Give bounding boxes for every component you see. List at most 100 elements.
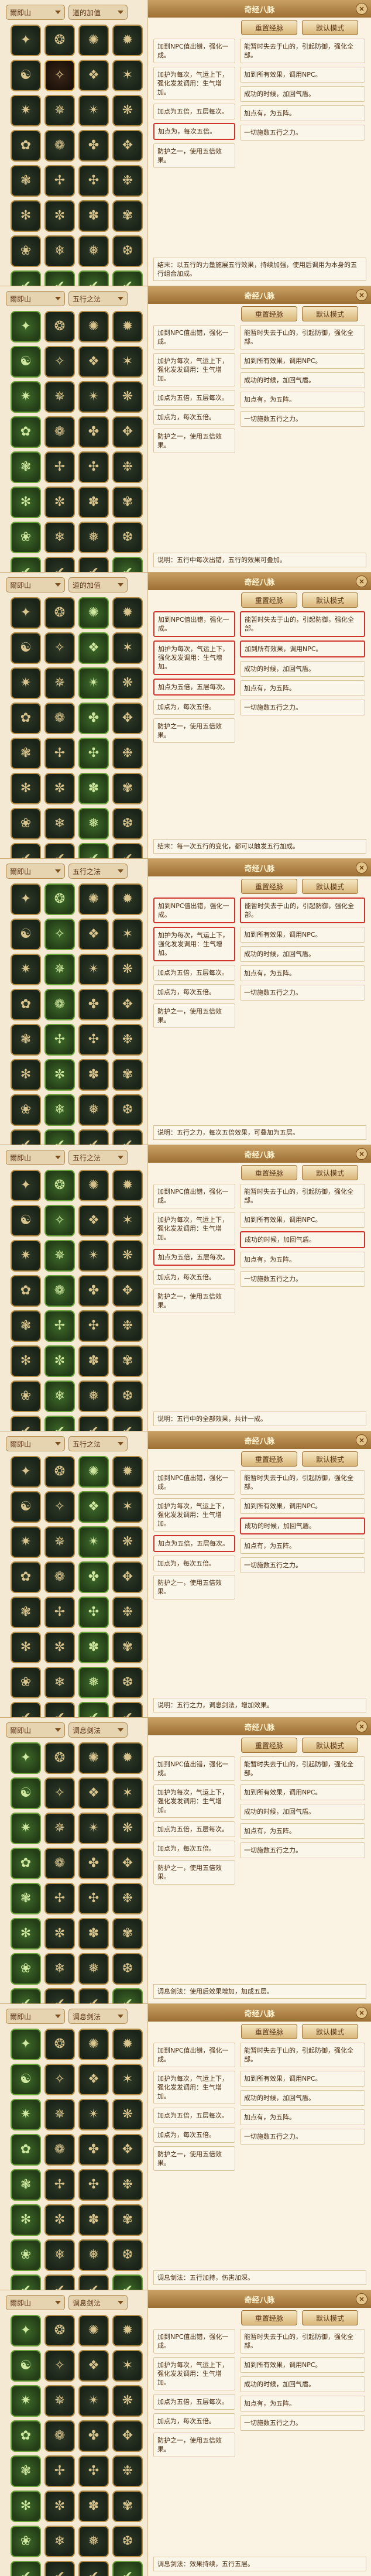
skill-slot[interactable]: ✔ <box>112 2274 143 2290</box>
skill-slot[interactable]: ✾ <box>112 200 143 232</box>
skill-slot[interactable]: ✴ <box>78 2099 109 2130</box>
skill-slot[interactable]: ✻ <box>11 2204 41 2236</box>
skill-slot[interactable]: ✔ <box>78 1988 109 2003</box>
skill-slot[interactable]: ❄ <box>44 522 75 553</box>
skill-slot[interactable]: ✽ <box>78 1918 109 1950</box>
skill-slot[interactable]: ✺ <box>78 1456 109 1488</box>
effect-card[interactable]: 加到NPC值出错，强化一成。 <box>153 2329 235 2354</box>
effect-card[interactable]: 加点有，为五阵。 <box>240 392 365 407</box>
skill-slot[interactable]: ❀ <box>11 808 41 840</box>
skill-slot[interactable]: ❖ <box>78 1491 109 1523</box>
skill-slot[interactable]: ☯ <box>11 919 41 950</box>
effect-card[interactable]: 加护为每次，气运上下，强化发发调用：生气增加。 <box>153 1498 235 1532</box>
effect-card[interactable]: 一切施数五行之力。 <box>240 2415 365 2431</box>
skill-slot[interactable]: ✥ <box>112 2134 143 2166</box>
skill-slot[interactable]: ❂ <box>44 883 75 915</box>
skill-slot[interactable]: ✦ <box>11 883 41 915</box>
effect-card[interactable]: 防护之一，使用五倍效果。 <box>153 1860 235 1885</box>
effect-card[interactable]: 加护为每次，气运上下，强化发发调用：生气增加。 <box>153 1212 235 1245</box>
skill-slot[interactable]: ✔ <box>11 843 41 858</box>
skill-slot[interactable]: ✔ <box>112 843 143 858</box>
skill-slot[interactable]: ✤ <box>78 1848 109 1879</box>
skill-slot[interactable]: ✻ <box>11 773 41 804</box>
skill-slot[interactable]: ✹ <box>112 311 143 342</box>
skill-slot[interactable]: ✴ <box>78 667 109 699</box>
skill-slot[interactable]: ✔ <box>44 2274 75 2290</box>
reset-meridian-button[interactable]: 重置经脉 <box>241 2310 297 2325</box>
school-dropdown[interactable]: 爾即山 <box>6 1150 65 1165</box>
school-dropdown[interactable]: 爾即山 <box>6 577 65 592</box>
skill-slot[interactable]: ✴ <box>78 381 109 413</box>
skill-slot[interactable]: ❀ <box>11 235 41 267</box>
skill-slot[interactable]: ✔ <box>44 843 75 858</box>
skill-slot[interactable]: ✔ <box>112 1702 143 1717</box>
skill-slot[interactable]: ✔ <box>78 1702 109 1717</box>
default-mode-button[interactable]: 默认模式 <box>302 2024 358 2039</box>
skill-slot[interactable]: ✵ <box>44 667 75 699</box>
skill-slot[interactable]: ❉ <box>112 1597 143 1628</box>
effect-card[interactable]: 一切施数五行之力。 <box>240 411 365 427</box>
skill-slot[interactable]: ✵ <box>44 1240 75 1272</box>
skill-slot[interactable]: ❃ <box>11 451 41 483</box>
skill-slot[interactable]: ❁ <box>44 130 75 162</box>
effect-card[interactable]: 加点有，为五阵。 <box>240 1252 365 1268</box>
default-mode-button[interactable]: 默认模式 <box>302 1738 358 1753</box>
skill-slot[interactable]: ✢ <box>44 738 75 769</box>
skill-slot[interactable]: ❂ <box>44 597 75 629</box>
skill-slot[interactable]: ❂ <box>44 2029 75 2060</box>
skill-slot[interactable]: ❄ <box>44 808 75 840</box>
skill-slot[interactable]: ❖ <box>78 1777 109 1809</box>
effect-card-selected[interactable]: 加到NPC值出错，强化一成。 <box>153 611 235 637</box>
effect-card[interactable]: 成功的时候，加回气盾。 <box>240 661 365 677</box>
skill-slot[interactable]: ✾ <box>112 2491 143 2522</box>
route-dropdown[interactable]: 五行之法 <box>68 291 128 306</box>
skill-slot[interactable]: ❂ <box>44 1456 75 1488</box>
effect-card-selected[interactable]: 加护为每次，气运上下，强化发发调用：生气增加。 <box>153 927 235 961</box>
skill-slot[interactable]: ✶ <box>112 2350 143 2382</box>
skill-slot[interactable]: ❁ <box>44 2134 75 2166</box>
effect-card[interactable]: 加点为，每次五倍。 <box>153 984 235 1000</box>
skill-slot[interactable]: ❂ <box>44 25 75 56</box>
effect-card[interactable]: 一切施数五行之力。 <box>240 125 365 141</box>
effect-card[interactable]: 加护为每次，气运上下，强化发发调用：生气增加。 <box>153 353 235 386</box>
skill-slot[interactable]: ✿ <box>11 416 41 448</box>
skill-slot[interactable]: ✦ <box>11 1170 41 1201</box>
skill-slot[interactable]: ✾ <box>112 1345 143 1377</box>
effect-card[interactable]: 成功的时候，加回气盾。 <box>240 1804 365 1820</box>
effect-card-selected[interactable]: 加点为五倍，五层每次。 <box>153 1249 235 1266</box>
skill-slot[interactable]: ✺ <box>78 2315 109 2347</box>
route-dropdown[interactable]: 道的加值 <box>68 577 128 592</box>
skill-slot[interactable]: ✷ <box>11 954 41 985</box>
skill-slot[interactable]: ❂ <box>44 1742 75 1774</box>
skill-slot[interactable]: ✷ <box>11 667 41 699</box>
skill-slot[interactable]: ✔ <box>11 1988 41 2003</box>
skill-slot[interactable]: ❆ <box>112 522 143 553</box>
skill-slot[interactable]: ❄ <box>44 1953 75 1985</box>
skill-slot[interactable]: ✢ <box>44 451 75 483</box>
skill-slot[interactable]: ✤ <box>78 2420 109 2452</box>
skill-slot[interactable]: ✺ <box>78 1742 109 1774</box>
skill-slot[interactable]: ❄ <box>44 2526 75 2557</box>
skill-slot[interactable]: ✧ <box>44 2064 75 2095</box>
skill-slot[interactable]: ✹ <box>112 2029 143 2060</box>
skill-slot[interactable]: ❃ <box>11 1024 41 1056</box>
effect-card[interactable]: 加点为五倍，五层每次。 <box>153 390 235 406</box>
skill-slot[interactable]: ❀ <box>11 1667 41 1698</box>
skill-slot[interactable]: ☯ <box>11 346 41 378</box>
skill-slot[interactable]: ☯ <box>11 2350 41 2382</box>
skill-slot[interactable]: ✴ <box>78 2385 109 2417</box>
effect-card[interactable]: 加点为，每次五倍。 <box>153 409 235 425</box>
skill-slot[interactable]: ✔ <box>44 1416 75 1431</box>
effect-card[interactable]: 一切施数五行之力。 <box>240 2129 365 2145</box>
skill-slot[interactable]: ✥ <box>112 989 143 1020</box>
effect-card[interactable]: 加点为五倍，五层每次。 <box>153 965 235 981</box>
effect-card[interactable]: 加到NPC值出错，强化一成。 <box>153 1184 235 1208</box>
skill-slot[interactable]: ✺ <box>78 597 109 629</box>
skill-slot[interactable]: ✺ <box>78 311 109 342</box>
effect-card[interactable]: 加点为，每次五倍。 <box>153 2127 235 2143</box>
skill-slot[interactable]: ☯ <box>11 60 41 91</box>
effect-card[interactable]: 加点为，每次五倍。 <box>153 1269 235 1285</box>
skill-slot[interactable]: ✵ <box>44 381 75 413</box>
skill-slot[interactable]: ✷ <box>11 1813 41 1844</box>
skill-slot[interactable]: ✧ <box>44 346 75 378</box>
